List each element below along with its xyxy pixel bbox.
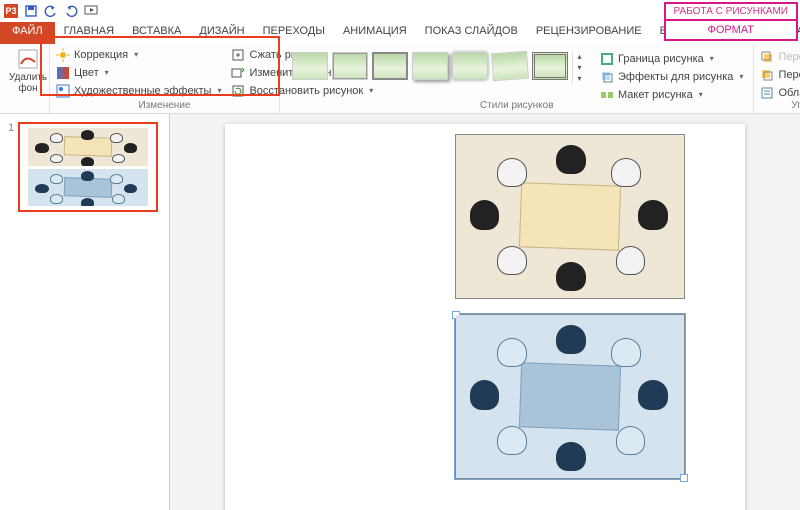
start-slideshow-icon[interactable]	[84, 4, 98, 18]
picture-border-icon	[600, 52, 614, 66]
group-remove-background: Удалить фон	[0, 44, 50, 113]
redo-icon[interactable]	[64, 4, 78, 18]
remove-background-label: Удалить фон	[9, 72, 47, 94]
style-thumb[interactable]	[491, 51, 529, 81]
tab-file[interactable]: ФАЙЛ	[0, 22, 55, 44]
powerpoint-app-icon: P3	[4, 4, 18, 18]
slide-canvas[interactable]	[225, 124, 745, 510]
color-icon	[56, 66, 70, 80]
bring-forward-icon	[760, 50, 774, 64]
artistic-effects-button[interactable]: Художественные эффекты▾	[56, 82, 221, 99]
send-backward-label: Переместить назад	[778, 69, 800, 81]
color-label: Цвет	[74, 67, 99, 79]
artistic-effects-label: Художественные эффекты	[74, 85, 211, 97]
workspace: 1	[0, 114, 800, 510]
artistic-effects-icon	[56, 84, 70, 98]
slide-editor[interactable]	[170, 114, 800, 510]
picture-original[interactable]	[455, 134, 685, 299]
brightness-icon	[56, 48, 70, 62]
style-thumb[interactable]	[412, 52, 448, 80]
color-button[interactable]: Цвет▾	[56, 64, 221, 81]
bring-forward-label: Переместить вперед	[778, 51, 800, 63]
bring-forward-button[interactable]: Переместить вперед	[760, 48, 800, 65]
group-arrange: Переместить вперед Переместить назад▾ Об…	[754, 44, 800, 113]
group-picture-styles-label: Стили рисунков	[280, 100, 753, 111]
slide-thumbnail-pane[interactable]: 1	[0, 114, 170, 510]
tab-home[interactable]: ГЛАВНАЯ	[55, 22, 123, 44]
tab-review[interactable]: РЕЦЕНЗИРОВАНИЕ	[527, 22, 651, 44]
group-arrange-label: Упорядочение	[754, 100, 800, 111]
style-thumb[interactable]	[292, 52, 328, 80]
slide-number: 1	[8, 122, 14, 134]
style-thumb[interactable]	[452, 52, 488, 80]
group-adjust: Коррекция▾ Цвет▾ Художественные эффекты▾…	[50, 44, 280, 113]
tab-slideshow[interactable]: ПОКАЗ СЛАЙДОВ	[416, 22, 527, 44]
style-thumb[interactable]	[532, 52, 568, 80]
remove-background-button[interactable]: Удалить фон	[6, 46, 50, 94]
picture-recolored-selected[interactable]	[455, 314, 685, 479]
compress-icon	[231, 48, 245, 62]
gallery-more-button[interactable]: ▴▾▾	[572, 52, 586, 83]
picture-effects-button[interactable]: Эффекты для рисунка▾	[600, 68, 743, 85]
send-backward-button[interactable]: Переместить назад▾	[760, 66, 800, 83]
group-adjust-label: Изменение	[50, 100, 279, 111]
ribbon: Удалить фон Коррекция▾ Цвет▾ Художествен…	[0, 44, 800, 114]
picture-border-label: Граница рисунка	[618, 53, 704, 65]
tab-design[interactable]: ДИЗАЙН	[190, 22, 253, 44]
style-thumb[interactable]	[332, 52, 368, 80]
corrections-label: Коррекция	[74, 49, 128, 61]
corrections-button[interactable]: Коррекция▾	[56, 46, 221, 63]
save-icon[interactable]	[24, 4, 38, 18]
change-picture-icon	[231, 66, 245, 80]
tab-format[interactable]: ФОРМАТ	[664, 19, 798, 41]
picture-tools-title: РАБОТА С РИСУНКАМИ	[664, 2, 798, 19]
selection-pane-label: Область выделения	[778, 87, 800, 99]
reset-icon	[231, 84, 245, 98]
picture-style-gallery[interactable]: ▴▾▾	[286, 46, 592, 101]
group-picture-styles: ▴▾▾ Граница рисунка▾ Эффекты для рисунка…	[280, 44, 754, 113]
picture-effects-icon	[600, 70, 614, 84]
tab-animation[interactable]: АНИМАЦИЯ	[334, 22, 416, 44]
ribbon-tabstrip: ФАЙЛ ГЛАВНАЯ ВСТАВКА ДИЗАЙН ПЕРЕХОДЫ АНИ…	[0, 22, 800, 44]
picture-tools-context: РАБОТА С РИСУНКАМИ ФОРМАТ	[664, 2, 798, 41]
selection-pane-icon	[760, 86, 774, 100]
tab-insert[interactable]: ВСТАВКА	[123, 22, 190, 44]
undo-icon[interactable]	[44, 4, 58, 18]
picture-border-button[interactable]: Граница рисунка▾	[600, 50, 743, 67]
slide-thumbnail-1[interactable]	[18, 122, 158, 212]
picture-effects-label: Эффекты для рисунка	[618, 71, 733, 83]
selection-pane-button[interactable]: Область выделения	[760, 84, 800, 101]
send-backward-icon	[760, 68, 774, 82]
remove-background-icon	[17, 48, 39, 70]
style-thumb[interactable]	[372, 52, 408, 80]
tab-transitions[interactable]: ПЕРЕХОДЫ	[254, 22, 334, 44]
picture-layout-label: Макет рисунка	[618, 89, 693, 101]
